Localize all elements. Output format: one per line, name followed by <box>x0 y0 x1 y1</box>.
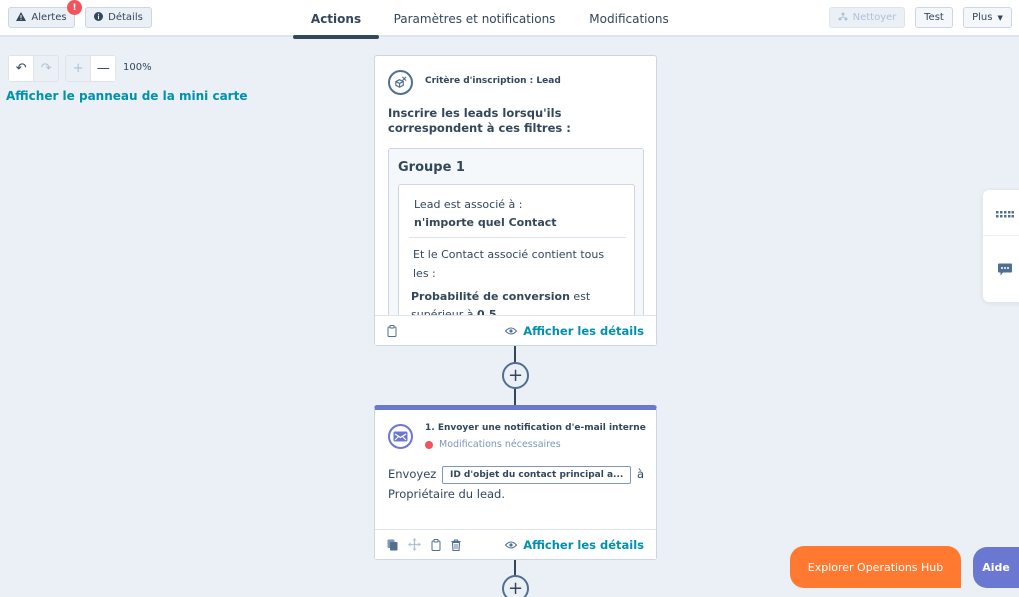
zoom-in-button[interactable]: + <box>66 56 90 81</box>
tab-modifications[interactable]: Modifications <box>582 0 676 37</box>
enrollment-trigger-card[interactable]: Critère d'inscription : Lead Inscrire le… <box>374 55 657 346</box>
tab-actions[interactable]: Actions <box>293 0 379 39</box>
plus-icon: + <box>507 577 524 597</box>
email-token[interactable]: ID d'objet du contact principal a... <box>441 465 632 484</box>
more-button[interactable]: Plus ▼ <box>963 7 1012 28</box>
alerts-badge: ! <box>67 0 82 15</box>
show-minimap-link[interactable]: Afficher le panneau de la mini carte <box>6 89 247 103</box>
undo-icon: ↶ <box>15 61 27 76</box>
comment-icon[interactable] <box>998 263 1012 279</box>
redo-icon: ↷ <box>40 61 52 76</box>
info-icon <box>94 11 104 24</box>
clipboard-icon[interactable] <box>431 538 441 551</box>
undo-redo-group: ↶ ↷ <box>8 55 59 82</box>
more-label: Plus <box>972 12 993 23</box>
association-filter: Lead est associé à : n'importe quel Cont… <box>414 196 624 232</box>
details-button[interactable]: Détails <box>85 7 152 28</box>
association-value: n'importe quel Contact <box>414 216 557 229</box>
enrollment-icon <box>388 70 413 95</box>
test-button[interactable]: Test <box>915 7 953 28</box>
tab-modifications-label: Modifications <box>589 11 669 26</box>
clipboard-icon[interactable] <box>387 324 397 337</box>
send-suffix: à <box>636 467 645 481</box>
status-label: Modifications nécessaires <box>439 439 561 450</box>
alerts-label: Alertes <box>31 12 67 23</box>
add-action-button[interactable]: + <box>502 362 529 389</box>
caret-down-icon: ▼ <box>997 13 1003 22</box>
eye-icon <box>505 538 518 552</box>
undo-button[interactable]: ↶ <box>9 56 34 81</box>
enrollment-show-details-link[interactable]: Afficher les détails <box>505 324 644 338</box>
contains-text: Et le Contact associé contient tous les … <box>413 248 605 280</box>
cleanup-icon <box>838 12 848 24</box>
status-dot-icon <box>425 440 433 449</box>
property-filter: Probabilité de conversion est supérieur … <box>411 288 621 317</box>
move-icon[interactable] <box>408 538 421 551</box>
enrollment-card-footer: Afficher les détails <box>375 315 656 345</box>
cleanup-button[interactable]: Nettoyer <box>829 7 905 28</box>
tab-settings-notifications[interactable]: Paramètres et notifications <box>393 0 556 37</box>
side-panel-divider <box>983 235 1019 236</box>
filter-group: Groupe 1 Lead est associé à : n'importe … <box>388 148 644 318</box>
action-summary: Envoyez ID d'objet du contact principal … <box>388 464 648 504</box>
enrollment-description: Inscrire les leads lorsqu'ils correspond… <box>388 106 571 135</box>
test-label: Test <box>924 12 944 23</box>
redo-button[interactable]: ↷ <box>33 56 58 81</box>
filter-divider <box>409 237 626 238</box>
filter-property: Probabilité de conversion <box>411 290 570 303</box>
details-label: Détails <box>108 12 143 23</box>
tab-settings-label: Paramètres et notifications <box>393 11 556 26</box>
action-status: Modifications nécessaires <box>425 439 561 450</box>
zoom-out-button[interactable]: — <box>90 56 115 81</box>
filter-box: Lead est associé à : n'importe quel Cont… <box>398 184 635 317</box>
tab-actions-label: Actions <box>310 11 362 26</box>
plus-icon: + <box>72 61 84 76</box>
action-show-details-link[interactable]: Afficher les détails <box>505 538 644 552</box>
side-panel <box>983 190 1019 302</box>
add-action-button[interactable]: + <box>502 575 529 597</box>
cleanup-label: Nettoyer <box>852 12 897 23</box>
explore-operations-hub-button[interactable]: Explorer Operations Hub <box>790 546 961 588</box>
keyboard-icon[interactable] <box>996 208 1014 222</box>
plus-icon: + <box>507 364 524 386</box>
zoom-group: + — <box>65 55 116 82</box>
association-label: Lead est associé à : <box>414 198 523 211</box>
copy-icon[interactable] <box>387 539 398 551</box>
eye-icon <box>505 324 518 338</box>
minus-icon: — <box>96 61 110 76</box>
action-card-email-notification[interactable]: 1. Envoyer une notification d'e-mail int… <box>374 405 657 560</box>
warning-icon <box>16 11 27 24</box>
alerts-button[interactable]: Alertes <box>8 7 75 28</box>
help-button[interactable]: Aide <box>973 547 1019 588</box>
email-icon <box>388 424 413 449</box>
enrollment-title: Critère d'inscription : Lead <box>425 76 561 86</box>
trash-icon[interactable] <box>451 539 461 551</box>
send-prefix: Envoyez <box>388 467 437 481</box>
recipient: Propriétaire du lead. <box>388 487 506 501</box>
action-title: 1. Envoyer une notification d'e-mail int… <box>425 423 646 433</box>
enrollment-details-label: Afficher les détails <box>523 323 644 338</box>
zoom-level: 100% <box>123 62 152 73</box>
top-bar: Alertes ! Détails Actions Paramètres et … <box>0 0 1019 39</box>
action-card-footer: Afficher les détails <box>375 529 656 559</box>
action-details-label: Afficher les détails <box>523 537 644 552</box>
group-title: Groupe 1 <box>398 160 465 175</box>
